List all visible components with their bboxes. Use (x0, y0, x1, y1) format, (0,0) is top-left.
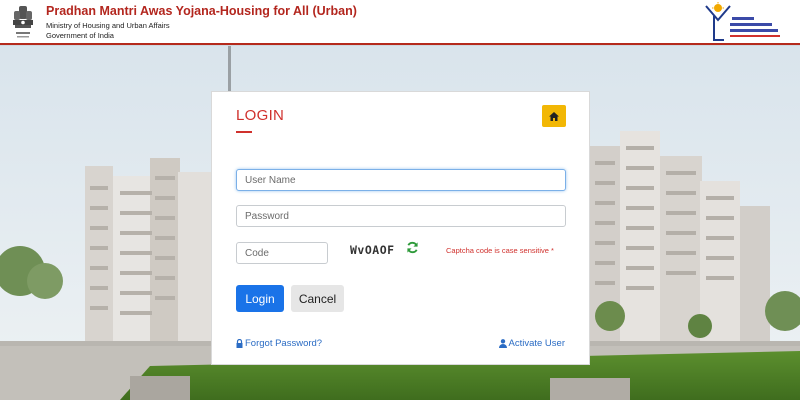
login-title: LOGIN (236, 107, 285, 124)
login-card: LOGIN WvOAOF Captcha code is case sensit… (211, 91, 590, 365)
site-header: Pradhan Mantri Awas Yojana-Housing for A… (0, 0, 800, 45)
captcha-code-input[interactable] (236, 242, 328, 264)
user-icon (498, 339, 507, 348)
login-button[interactable]: Login (236, 285, 284, 312)
forgot-password-label: Forgot Password? (245, 338, 323, 349)
captcha-note: Captcha code is case sensitive * (446, 246, 554, 255)
government-name: Government of India (46, 31, 114, 40)
username-input[interactable] (236, 169, 566, 191)
home-button[interactable] (542, 105, 566, 127)
title-underline (236, 131, 252, 133)
site-title: Pradhan Mantri Awas Yojana-Housing for A… (46, 4, 357, 18)
ministry-name: Ministry of Housing and Urban Affairs (46, 21, 170, 30)
password-input[interactable] (236, 205, 566, 227)
home-icon (549, 111, 559, 121)
national-emblem-icon (13, 6, 33, 38)
refresh-icon[interactable] (406, 241, 419, 254)
activate-user-link[interactable]: Activate User (498, 338, 566, 349)
pmay-logo-icon (705, 2, 780, 41)
lock-icon (236, 339, 243, 348)
activate-user-label: Activate User (508, 338, 566, 349)
forgot-password-link[interactable]: Forgot Password? (236, 338, 322, 349)
cancel-button[interactable]: Cancel (291, 285, 344, 312)
captcha-image: WvOAOF (350, 243, 395, 257)
